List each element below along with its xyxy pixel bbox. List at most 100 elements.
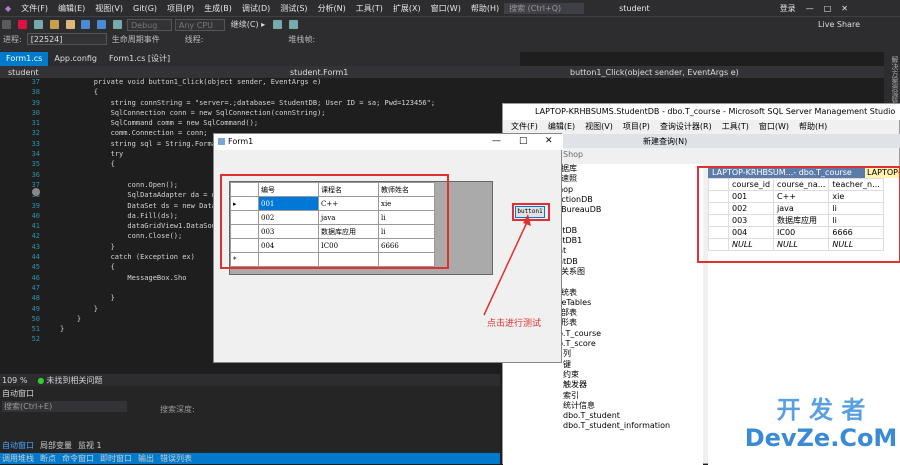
menu-project[interactable]: 项目(P) — [162, 3, 199, 14]
stop-icon[interactable] — [17, 20, 27, 29]
form1-title: Form1 — [214, 134, 563, 150]
stack-frame-label: 堆栈帧: — [288, 34, 316, 44]
line-number: 50 — [31, 314, 40, 323]
explorer-item[interactable]: 约束 — [503, 370, 703, 380]
line-number: 32 — [31, 129, 40, 138]
explorer-item[interactable]: dbo.T_student — [503, 411, 703, 421]
tab-errors[interactable]: 错误列表 — [160, 453, 192, 464]
menu-extensions[interactable]: 扩展(X) — [388, 3, 426, 14]
vs-logo-icon: ◆ — [5, 3, 12, 13]
tab-form1-designer[interactable]: Form1.cs [设计] — [103, 52, 176, 66]
line-number: 30 — [31, 108, 40, 117]
tab-output[interactable]: 输出 — [138, 453, 154, 464]
tab-breakpoints[interactable]: 断点 — [40, 453, 56, 464]
tab-form1-cs[interactable]: Form1.cs — [0, 52, 49, 66]
debug-config-combo[interactable]: Debug — [127, 19, 172, 31]
continue-button[interactable]: 继续(C) ▸ — [228, 19, 268, 31]
menu-help[interactable]: 帮助(H) — [466, 3, 504, 14]
tab-autos[interactable]: 自动窗口 — [2, 440, 34, 451]
zoom-level[interactable]: 109 % — [2, 376, 27, 385]
watermark-logo: 开 发 者 DevZe.CoM — [742, 396, 900, 464]
platform-combo[interactable]: Any CPU — [174, 19, 225, 31]
explorer-item[interactable]: dbo.T_student_information — [503, 421, 703, 431]
menu-tools[interactable]: 工具(T) — [351, 3, 388, 14]
ssms-menu-file[interactable]: 文件(F) — [511, 121, 538, 133]
menu-analyze[interactable]: 分析(N) — [313, 3, 351, 14]
ssms-db-combo[interactable]: Shop — [563, 150, 623, 161]
menu-view[interactable]: 视图(V) — [90, 3, 128, 14]
menu-test[interactable]: 测试(S) — [275, 3, 312, 14]
explorer-item[interactable]: 索引 — [503, 391, 703, 401]
tab-locals[interactable]: 局部变量 — [40, 440, 72, 451]
issues-status[interactable]: 未找到相关问题 — [46, 375, 102, 386]
vs-menubar: ◆ 文件(F) 编辑(E) 视图(V) Git(G) 项目(P) 生成(B) 调… — [0, 0, 900, 16]
menu-debug[interactable]: 调试(D) — [237, 3, 275, 14]
pause-icon[interactable] — [273, 20, 283, 29]
line-number: 41 — [31, 222, 40, 231]
thread-label: 线程: — [184, 34, 204, 44]
autos-search-input[interactable]: 搜索(Ctrl+E) — [2, 401, 127, 412]
window-close-icon[interactable]: ✕ — [836, 4, 853, 13]
nav-member[interactable]: button1_Click(object sender, EventArgs e… — [570, 68, 739, 77]
line-number: 42 — [31, 232, 40, 241]
form-close-icon[interactable]: ✕ — [545, 136, 553, 146]
debug-bottom-tabs: 自动窗口 局部变量 监视 1 — [0, 440, 500, 451]
search-box[interactable]: 搜索 (Ctrl+Q) — [504, 2, 585, 14]
ssms-menu-tools[interactable]: 工具(T) — [722, 121, 749, 133]
menu-git[interactable]: Git(G) — [128, 4, 162, 13]
menu-file[interactable]: 文件(F) — [16, 3, 53, 14]
ssms-menu-window[interactable]: 窗口(W) — [759, 121, 789, 133]
explorer-item[interactable]: 统计信息 — [503, 401, 703, 411]
code-line[interactable]: { — [60, 88, 500, 98]
nav-project[interactable]: student — [0, 68, 290, 77]
form-minimize-icon[interactable]: — — [492, 136, 501, 146]
tool-tabs: 调用堆栈 断点 命令窗口 即时窗口 输出 错误列表 — [0, 453, 500, 464]
lifecycle-events[interactable]: 生命周期事件 — [112, 34, 160, 45]
line-number: 33 — [31, 139, 40, 148]
tab-app-config[interactable]: App.config — [48, 52, 103, 66]
ssms-menu-query-designer[interactable]: 查询设计器(R) — [660, 121, 712, 133]
ssms-menu-edit[interactable]: 编辑(E) — [548, 121, 575, 133]
tab-command[interactable]: 命令窗口 — [62, 453, 94, 464]
new-project-icon[interactable] — [49, 20, 59, 29]
tab-call-stack[interactable]: 调用堆栈 — [2, 453, 34, 464]
save-all-icon[interactable] — [97, 20, 107, 29]
line-number: 35 — [31, 160, 40, 169]
window-minimize-icon[interactable]: — — [801, 4, 819, 13]
new-query-button[interactable]: 新建查询(N) — [643, 136, 687, 147]
menu-window[interactable]: 窗口(W) — [426, 3, 466, 14]
back-icon[interactable] — [2, 20, 11, 29]
window-maximize-icon[interactable]: □ — [819, 4, 837, 13]
nav-class[interactable]: student.Form1 — [290, 68, 570, 77]
liveshare-button[interactable]: Live Share — [818, 20, 860, 29]
menu-build[interactable]: 生成(B) — [199, 3, 237, 14]
explorer-item[interactable]: 触发器 — [503, 380, 703, 390]
undo-icon[interactable] — [113, 20, 123, 29]
document-tabs: Form1.cs App.config Form1.cs [设计] — [0, 52, 520, 66]
open-icon[interactable] — [65, 20, 75, 29]
code-line[interactable]: string connString = "server=.;database= … — [60, 99, 500, 109]
menu-edit[interactable]: 编辑(E) — [53, 3, 90, 14]
debug-location-bar: 进程: [22524] student.exe 生命周期事件 线程: 堆栈帧: — [0, 32, 900, 55]
code-line[interactable]: SqlCommand comm = new SqlCommand(); — [60, 119, 500, 129]
code-line[interactable]: SqlConnection conn = new SqlConnection(c… — [60, 109, 500, 119]
step-icon[interactable] — [288, 20, 298, 29]
tab-watch1[interactable]: 监视 1 — [78, 440, 102, 451]
process-label: 进程: — [3, 34, 22, 44]
ssms-menu-view[interactable]: 视图(V) — [585, 121, 613, 133]
solution-name: student — [619, 3, 650, 13]
line-number: 47 — [31, 283, 40, 292]
code-line[interactable]: private void button1_Click(object sender… — [60, 78, 500, 88]
login-link[interactable]: 登录 — [775, 3, 801, 14]
ssms-menu-help[interactable]: 帮助(H) — [799, 121, 827, 133]
ssms-menu-project[interactable]: 项目(P) — [623, 121, 650, 133]
save-icon[interactable] — [81, 20, 91, 29]
line-number: 45 — [31, 263, 40, 272]
breakpoint-icon[interactable] — [32, 188, 40, 196]
form-maximize-icon[interactable]: □ — [519, 136, 528, 146]
autos-title: 自动窗口 — [2, 389, 34, 398]
restart-icon[interactable] — [33, 20, 43, 29]
process-combo[interactable]: [22524] student.exe — [26, 33, 107, 55]
line-number: 52 — [31, 335, 40, 344]
tab-immediate[interactable]: 即时窗口 — [100, 453, 132, 464]
